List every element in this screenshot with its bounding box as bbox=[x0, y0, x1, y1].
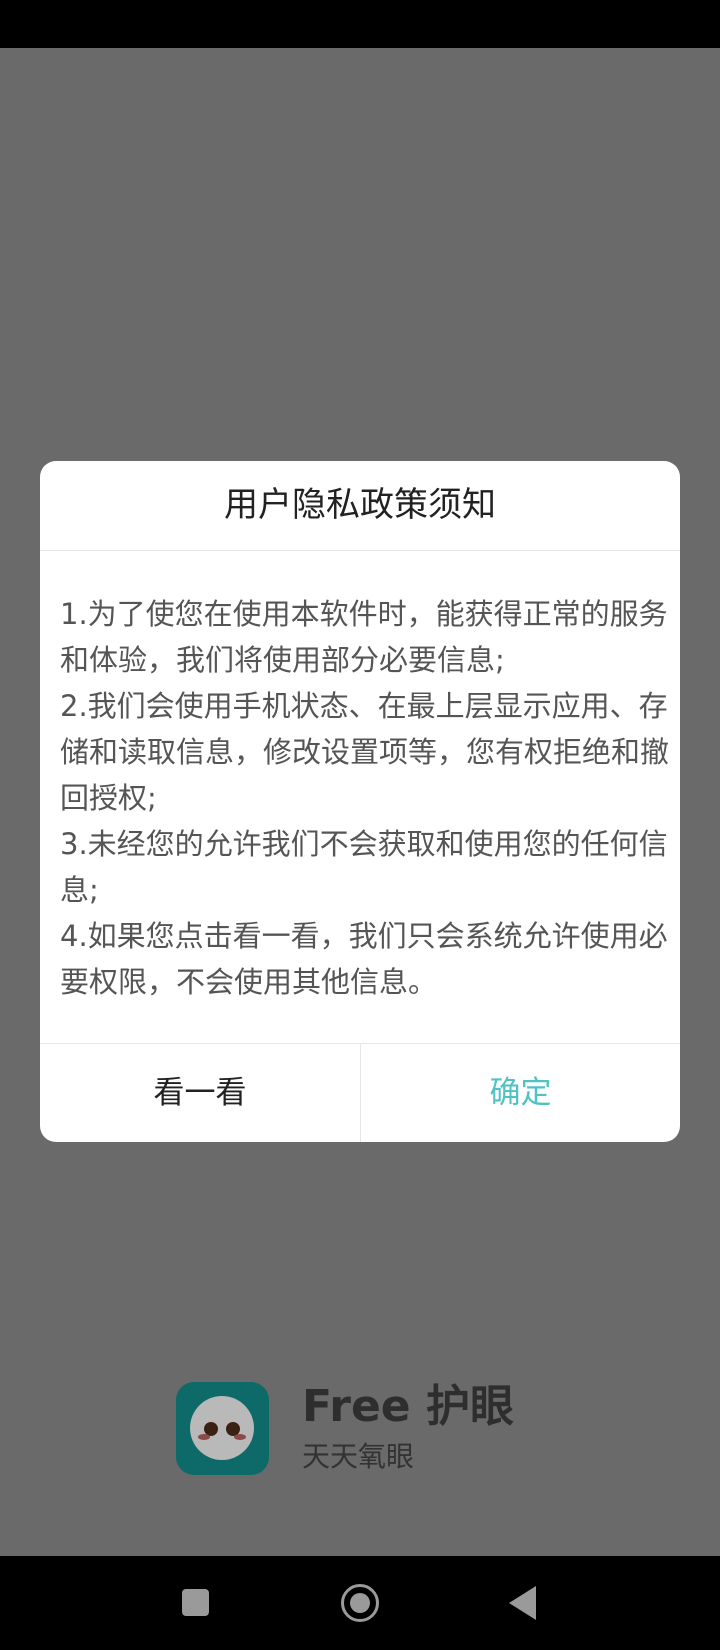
policy-item-2: 2.我们会使用手机状态、在最上层显示应用、存储和读取信息，修改设置项等，您有权拒… bbox=[60, 689, 670, 815]
triangle-back-icon[interactable] bbox=[509, 1586, 536, 1620]
face bbox=[190, 1396, 254, 1460]
policy-item-3: 3.未经您的允许我们不会获取和使用您的任何信息; bbox=[60, 827, 668, 907]
privacy-dialog: 用户隐私政策须知 1.为了使您在使用本软件时，能获得正常的服务和体验，我们将使用… bbox=[40, 461, 680, 1142]
title-divider bbox=[40, 550, 680, 551]
splash-branding: Free 护眼 天天氧眼 bbox=[176, 1380, 556, 1476]
app-name: Free 护眼 bbox=[302, 1381, 514, 1432]
cartoon-face-icon bbox=[176, 1382, 269, 1475]
right-cheek bbox=[234, 1434, 246, 1440]
left-cheek bbox=[198, 1434, 210, 1440]
look-button[interactable]: 看一看 bbox=[40, 1044, 360, 1142]
home-dot bbox=[350, 1593, 370, 1613]
policy-item-4: 4.如果您点击看一看，我们只会系统允许使用必要权限，不会使用其他信息。 bbox=[60, 919, 668, 999]
dialog-body: 1.为了使您在使用本软件时，能获得正常的服务和体验，我们将使用部分必要信息; 2… bbox=[60, 591, 670, 1005]
app-subtitle: 天天氧眼 bbox=[302, 1440, 415, 1473]
status-bar bbox=[0, 0, 720, 48]
dialog-title: 用户隐私政策须知 bbox=[224, 485, 496, 525]
confirm-button[interactable]: 确定 bbox=[361, 1044, 680, 1142]
policy-item-1: 1.为了使您在使用本软件时，能获得正常的服务和体验，我们将使用部分必要信息; bbox=[60, 597, 668, 677]
circle-icon[interactable] bbox=[341, 1584, 379, 1622]
square-icon[interactable] bbox=[182, 1589, 209, 1616]
